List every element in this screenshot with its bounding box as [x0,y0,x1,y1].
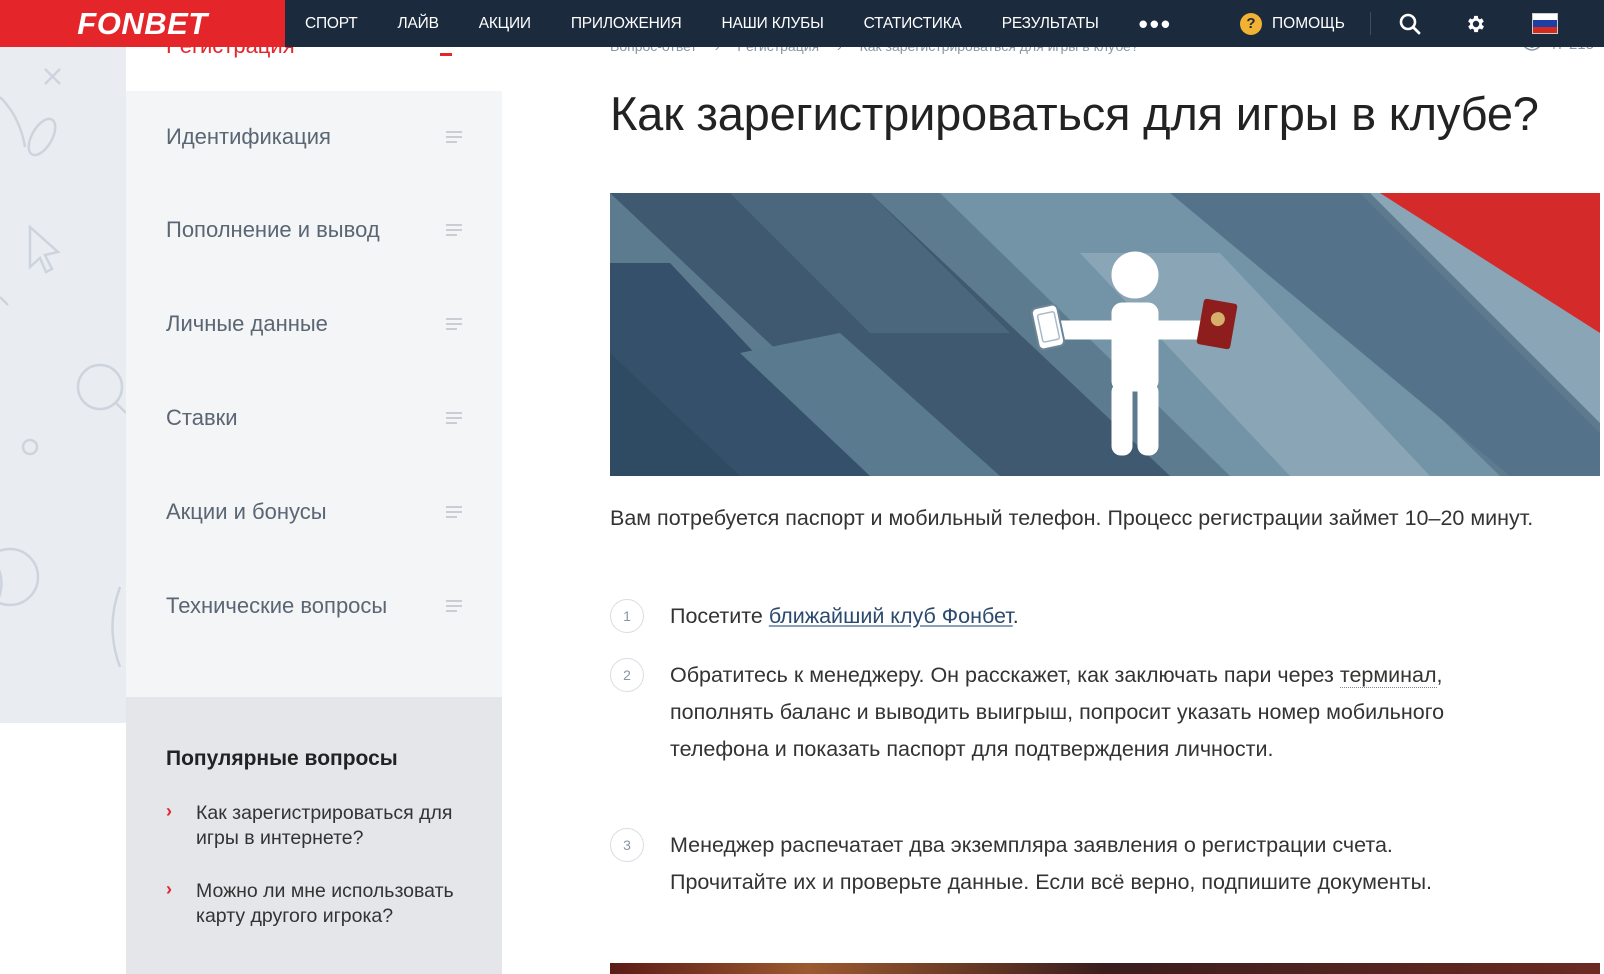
step-1: 1 Посетите ближайший клуб Фонбет. [610,598,1590,635]
sidebar-item-label: Личные данные [166,311,328,336]
list-lines-icon [446,131,462,143]
page-title: Как зарегистрироваться для игры в клубе? [610,87,1539,140]
popular-question-text: Можно ли мне использовать карту другого … [196,880,454,927]
popular-questions-title: Популярные вопросы [166,747,398,770]
nav-item-apps[interactable]: ПРИЛОЖЕНИЯ [551,15,702,33]
russia-flag-icon[interactable] [1532,13,1558,34]
nav-divider [1370,12,1371,35]
sidebar-item-promotions-bonuses[interactable]: Акции и бонусы [126,466,502,558]
nav-item-promotions[interactable]: АКЦИИ [459,15,551,33]
help-link[interactable]: ? ПОМОЩЬ [1240,0,1345,47]
sidebar-item-label: Технические вопросы [166,593,388,618]
top-navigation-bar: FONBET СПОРТ ЛАЙВ АКЦИИ ПРИЛОЖЕНИЯ НАШИ … [0,0,1604,47]
list-lines-icon [446,600,462,612]
nav-item-results[interactable]: РЕЗУЛЬТАТЫ [982,15,1119,33]
sidebar-item-technical-questions[interactable]: Технические вопросы [126,560,502,652]
logo-text: FONBET [77,5,208,41]
step-number: 2 [610,658,644,692]
nav-item-statistics[interactable]: СТАТИСТИКА [844,15,982,33]
help-label: ПОМОЩЬ [1272,14,1345,32]
list-lines-icon [446,224,462,236]
list-lines-icon [446,506,462,518]
sidebar-item-label: Пополнение и вывод [166,217,380,242]
step-text: Обратитесь к менеджеру. Он расскажет, ка… [670,657,1470,768]
step-text: Менеджер распечатает два экземпляра заяв… [670,833,1433,894]
step-text-part: . [1012,604,1019,628]
step-number: 3 [610,828,644,862]
popular-questions: Популярные вопросы › Как зарегистрироват… [126,697,502,974]
sidebar-item-label: Ставки [166,405,238,430]
list-lines-icon [446,318,462,330]
sidebar-item-personal-data[interactable]: Личные данные [126,278,502,370]
article-intro: Вам потребуется паспорт и мобильный теле… [610,506,1534,530]
sidebar-item-registration[interactable]: Регистрация [126,33,502,91]
registration-illustration-icon [610,193,1600,476]
sport-doodles-icon [0,68,126,668]
chevron-right-icon: › [166,801,172,821]
gear-icon [1468,15,1484,32]
nav-item-our-clubs[interactable]: НАШИ КЛУБЫ [702,15,844,33]
search-button[interactable] [1390,0,1430,47]
step-number: 1 [610,599,644,633]
main-nav: СПОРТ ЛАЙВ АКЦИИ ПРИЛОЖЕНИЯ НАШИ КЛУБЫ С… [285,0,1192,47]
help-icon: ? [1240,12,1262,35]
nav-item-live[interactable]: ЛАЙВ [378,15,459,33]
step-2: 2 Обратитесь к менеджеру. Он расскажет, … [610,657,1590,768]
popular-question-link[interactable]: › Можно ли мне использовать карту другог… [166,879,456,929]
popular-question-link[interactable]: › Как зарегистрироваться для игры в инте… [166,801,456,851]
next-illustration-edge [610,963,1600,974]
more-menu-button[interactable]: ••• [1119,11,1192,37]
sidebar-item-label: Акции и бонусы [166,499,327,524]
sidebar-item-identification[interactable]: Идентификация [126,91,502,183]
step-3: 3 Менеджер распечатает два экземпляра за… [610,827,1590,901]
step-text-part: Посетите [670,604,769,628]
settings-button[interactable] [1456,0,1496,47]
sidebar-item-label: Идентификация [166,124,331,149]
list-lines-icon [446,412,462,424]
popular-question-text: Как зарегистрироваться для игры в интерн… [196,802,453,849]
hero-illustration [610,193,1600,476]
terminal-tooltip-term[interactable]: терминал [1339,663,1437,688]
nearest-club-link[interactable]: ближайший клуб Фонбет [769,604,1013,628]
chevron-right-icon: › [166,879,172,899]
fonbet-logo[interactable]: FONBET [0,0,285,47]
sidebar-item-deposit-withdrawal[interactable]: Пополнение и вывод [126,184,502,276]
search-icon [1399,13,1421,34]
nav-item-sport[interactable]: СПОРТ [285,15,378,33]
step-text: Посетите ближайший клуб Фонбет. [670,598,1470,635]
sidebar-item-bets[interactable]: Ставки [126,372,502,464]
active-marker-icon [440,53,452,56]
step-text-part: Обратитесь к менеджеру. Он расскажет, ка… [670,663,1340,687]
decorative-background [0,47,126,723]
